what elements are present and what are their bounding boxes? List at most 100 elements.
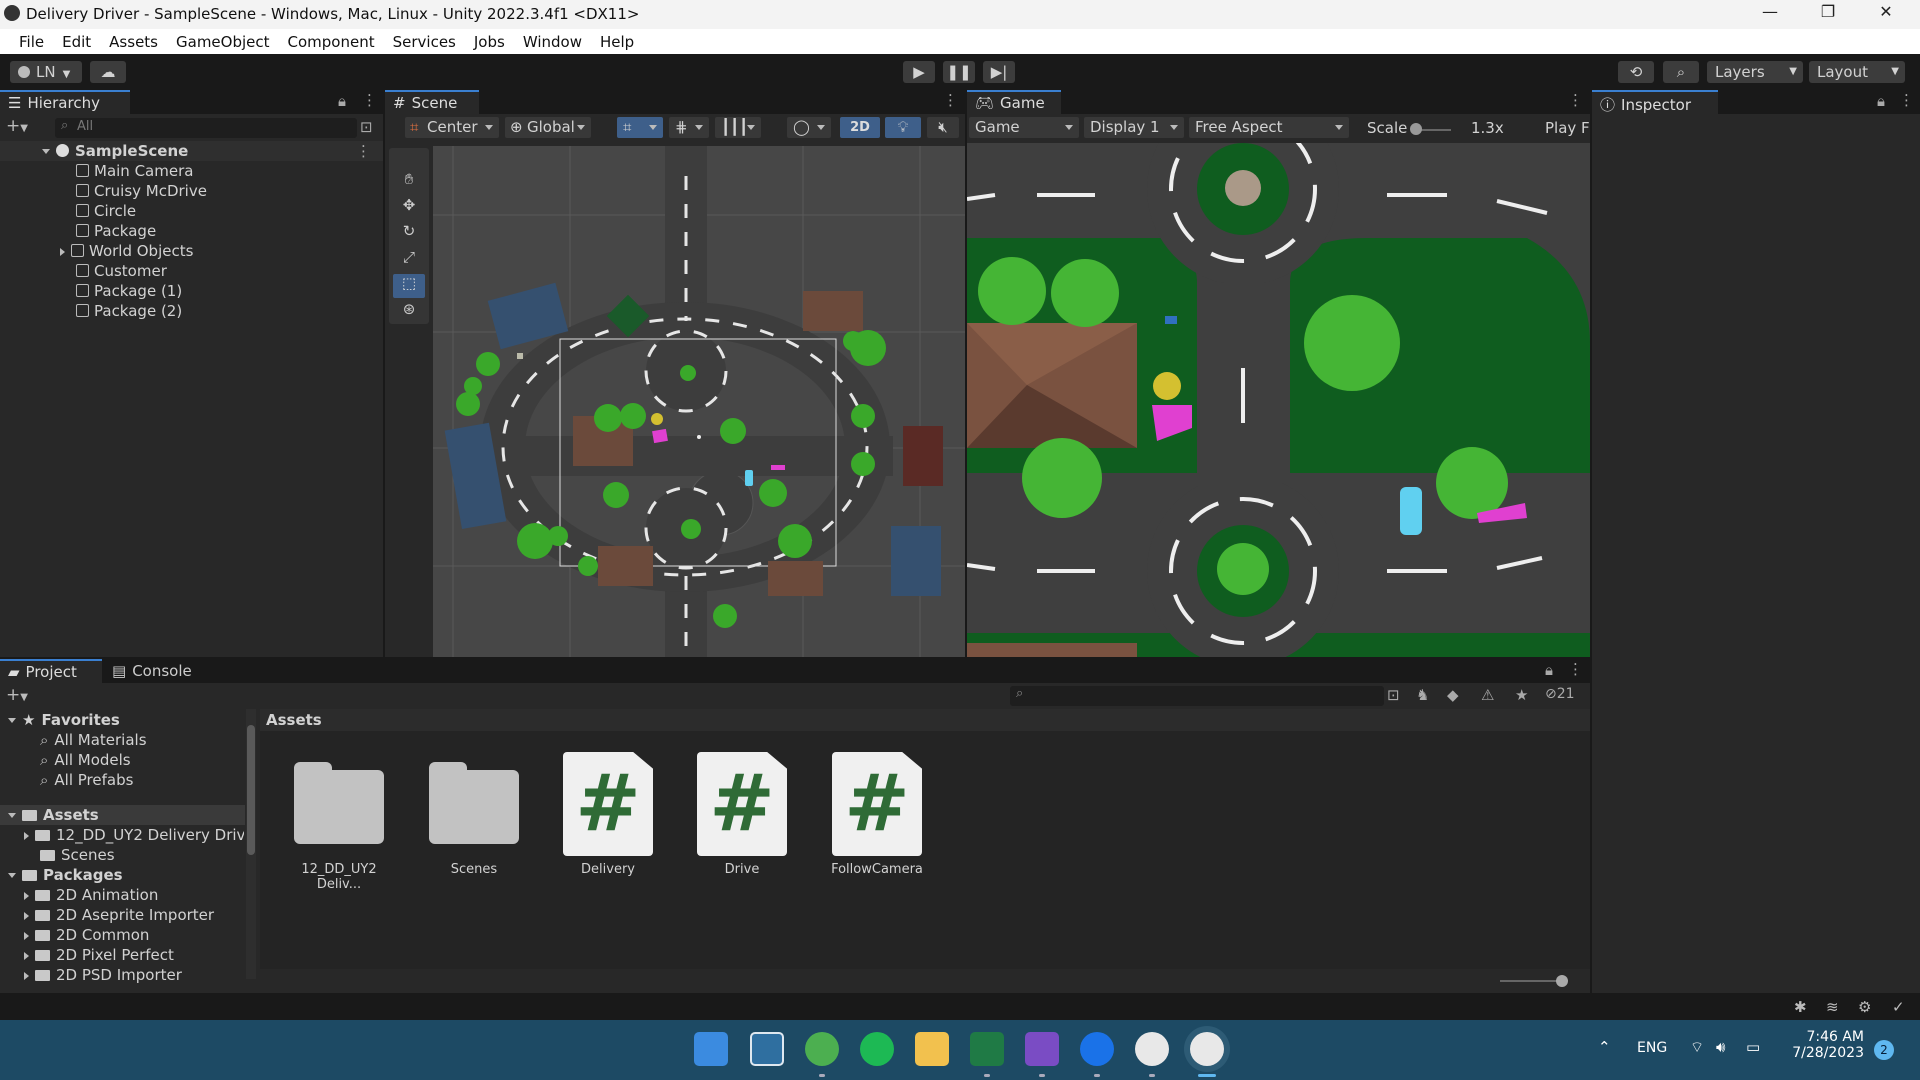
project-search-input[interactable]: ⌕ [1010, 686, 1384, 706]
excel-icon[interactable] [970, 1032, 1004, 1066]
chevron-up-icon[interactable]: ⌃ [1598, 1038, 1611, 1056]
spotify-icon[interactable] [860, 1032, 894, 1066]
toggle-2d-button[interactable]: 2D [840, 117, 880, 138]
folder-icon[interactable] [915, 1032, 949, 1066]
tab-project[interactable]: ▰ Project [0, 659, 102, 683]
close-button[interactable]: ✕ [1866, 2, 1906, 26]
tab-console[interactable]: ▤ Console [104, 659, 214, 683]
scale-slider-thumb[interactable] [1410, 123, 1422, 135]
scene-root-row[interactable]: SampleScene ⋮ [0, 141, 383, 161]
package-item[interactable]: 2D PSD Importer [24, 965, 182, 985]
play-button[interactable]: ▶ [903, 61, 935, 83]
scale-tool-icon[interactable]: ⤢ [393, 248, 425, 272]
layout-dropdown[interactable]: Layout ▼ [1809, 61, 1905, 83]
asset-item-folder[interactable]: 12_DD_UY2 Deliv... [284, 752, 394, 892]
notification-badge[interactable]: 2 [1874, 1040, 1894, 1060]
zoom-slider-thumb[interactable] [1556, 975, 1568, 987]
kebab-menu-icon[interactable]: ⋮ [1568, 91, 1583, 109]
language-indicator[interactable]: ENG [1637, 1040, 1667, 1056]
wifi-icon[interactable]: ⌔ [1690, 1038, 1704, 1057]
space-dropdown[interactable]: ⊕ Global [505, 117, 591, 138]
progress-icon[interactable]: ⚙ [1858, 998, 1871, 1016]
menu-services[interactable]: Services [384, 33, 465, 51]
hidden-packages-toggle[interactable]: ⊘21 [1545, 686, 1575, 702]
play-focus-dropdown[interactable]: Play F [1545, 119, 1590, 137]
menu-window[interactable]: Window [514, 33, 591, 51]
lock-icon[interactable]: 🔒︎ [1545, 661, 1553, 679]
assets-folder[interactable]: Assets [0, 805, 245, 825]
kebab-menu-icon[interactable]: ⋮ [943, 91, 958, 109]
check-icon[interactable]: ✓ [1892, 998, 1905, 1016]
layers-dropdown[interactable]: Layers ▼ [1707, 61, 1803, 83]
maximize-button[interactable]: ❐ [1808, 2, 1848, 26]
create-button[interactable]: +▼ [6, 685, 28, 705]
asset-item-script[interactable]: # FollowCamera [822, 752, 932, 877]
tab-hierarchy[interactable]: ☰ Hierarchy [0, 90, 130, 114]
favorites-folder[interactable]: ★ Favorites [8, 710, 120, 730]
tag-icon[interactable]: ◆ [1447, 686, 1459, 704]
favorite-item[interactable]: ⌕ All Materials [40, 730, 147, 750]
lock-icon[interactable]: 🔒︎ [338, 92, 346, 110]
kebab-menu-icon[interactable]: ⋮ [362, 91, 377, 109]
menu-component[interactable]: Component [279, 33, 384, 51]
chrome-icon[interactable] [805, 1032, 839, 1066]
debug-icon[interactable]: ✱ [1794, 998, 1807, 1016]
asset-subfolder[interactable]: Scenes [40, 845, 115, 865]
transform-tool-icon[interactable]: ⊛ [393, 300, 425, 324]
asset-subfolder[interactable]: 12_DD_UY2 Delivery Drive [24, 825, 244, 845]
hierarchy-search-input[interactable]: ⌕ All [55, 118, 357, 138]
history-button[interactable]: ⟲ [1618, 61, 1654, 83]
warning-filter-icon[interactable]: ⚠ [1481, 686, 1494, 704]
visual-studio-icon[interactable] [1025, 1032, 1059, 1066]
search-by-label-icon[interactable]: ♞ [1416, 686, 1429, 704]
clock[interactable]: 7:46 AM 7/28/2023 [1784, 1029, 1864, 1061]
tab-scene[interactable]: # Scene [385, 90, 479, 114]
menu-jobs[interactable]: Jobs [465, 33, 514, 51]
hand-tool-icon[interactable]: ✋︎ [393, 170, 425, 194]
move-tool-icon[interactable]: ✥ [393, 196, 425, 220]
favorite-item[interactable]: ⌕ All Prefabs [40, 770, 133, 790]
menu-edit[interactable]: Edit [53, 33, 100, 51]
render-mode-dropdown[interactable]: ◯ [787, 117, 831, 138]
audio-toggle-button[interactable]: 🔇︎ [927, 117, 959, 138]
unity-icon[interactable] [1190, 1032, 1224, 1066]
cloud-button[interactable]: ☁ [90, 61, 126, 83]
scene-viewport[interactable] [433, 146, 965, 657]
asset-item-script[interactable]: # Drive [687, 752, 797, 877]
kebab-menu-icon[interactable]: ⋮ [1568, 660, 1583, 678]
game-view-dropdown[interactable]: Game [969, 117, 1079, 138]
hierarchy-item[interactable]: World Objects [60, 241, 193, 261]
package-item[interactable]: 2D Animation [24, 885, 158, 905]
favorite-star-icon[interactable]: ★ [1515, 686, 1528, 704]
step-button[interactable]: ▶| [983, 61, 1015, 83]
add-button[interactable]: +▼ [6, 116, 28, 136]
menu-gameobject[interactable]: GameObject [167, 33, 279, 51]
breadcrumb[interactable]: Assets [260, 709, 1590, 731]
hierarchy-item[interactable]: Package (2) [76, 301, 182, 321]
expand-arrow-icon[interactable] [60, 248, 65, 256]
kebab-menu-icon[interactable]: ⋮ [1899, 91, 1914, 109]
hierarchy-item[interactable]: Cruisy McDrive [76, 181, 207, 201]
zoom-slider[interactable] [1500, 980, 1560, 982]
package-item[interactable]: 2D Common [24, 925, 149, 945]
game-viewport[interactable] [967, 143, 1590, 657]
account-dropdown[interactable]: LN ▼ [10, 61, 82, 83]
menu-file[interactable]: File [10, 33, 53, 51]
file-explorer-window-icon[interactable] [750, 1032, 784, 1066]
increment-snap-dropdown[interactable]: ┃┃┃ [715, 117, 761, 138]
start-icon[interactable] [694, 1032, 728, 1066]
hierarchy-item[interactable]: Circle [76, 201, 136, 221]
search-by-type-icon[interactable]: ⊡ [1387, 686, 1400, 704]
zalo-icon[interactable] [1080, 1032, 1114, 1066]
tab-game[interactable]: 🎮︎ Game [967, 90, 1061, 114]
grid-snap-dropdown[interactable]: ⌗ [617, 117, 663, 138]
lock-icon[interactable]: 🔒︎ [1877, 92, 1885, 110]
grid-visibility-dropdown[interactable]: ⋕ [669, 117, 709, 138]
unity-hub-icon[interactable] [1135, 1032, 1169, 1066]
package-item[interactable]: 2D Aseprite Importer [24, 905, 214, 925]
aspect-dropdown[interactable]: Free Aspect [1189, 117, 1349, 138]
menu-assets[interactable]: Assets [100, 33, 167, 51]
hierarchy-item[interactable]: Main Camera [76, 161, 193, 181]
kebab-menu-icon[interactable]: ⋮ [356, 141, 371, 161]
display-dropdown[interactable]: Display 1 [1084, 117, 1184, 138]
